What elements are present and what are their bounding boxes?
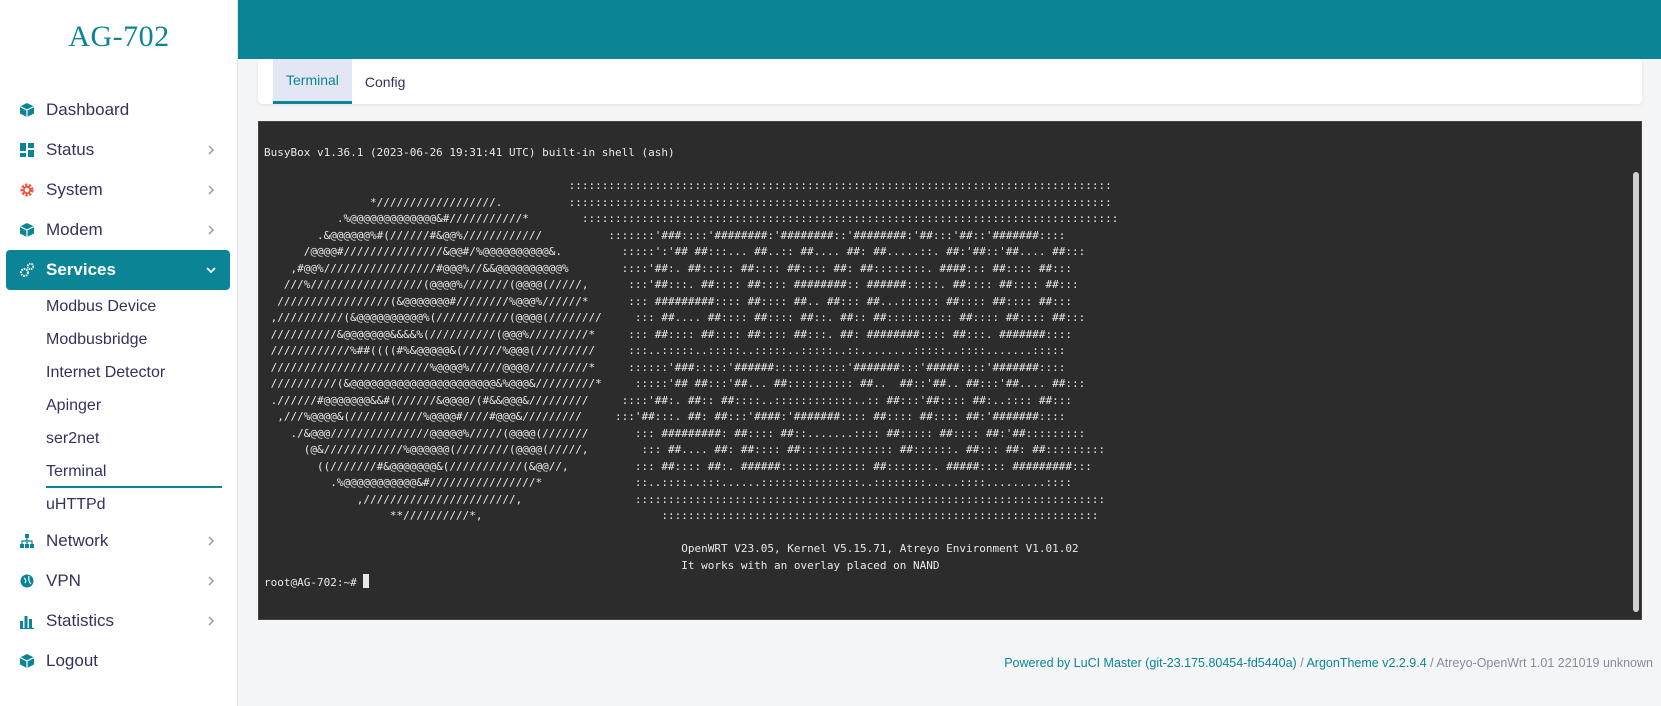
tab-bar: Terminal Config — [258, 59, 1642, 104]
terminal-banner-line: ,///////////////////////, ::::::::::::::… — [264, 492, 1106, 506]
terminal-banner-line: ,#@@%/////////////////#@@@%//&&@@@@@@@@@… — [264, 261, 1072, 275]
nav-vpn-label: VPN — [46, 571, 81, 590]
tab-config[interactable]: Config — [352, 59, 418, 104]
submenu-modbus-device[interactable]: Modbus Device — [46, 290, 222, 323]
submenu-terminal[interactable]: Terminal — [46, 455, 222, 488]
terminal-banner-line: .%@@@@@@@@@@@&#////////////////* ::..:::… — [264, 476, 1072, 489]
terminal-scrollbar[interactable] — [1631, 122, 1641, 619]
services-gears-icon — [18, 261, 36, 279]
terminal-banner-line: **//////////*, :::::::::::::::::::::::::… — [264, 509, 1099, 522]
submenu-modbusbridge[interactable]: Modbusbridge — [46, 323, 222, 356]
brand-logo[interactable]: AG-702 — [0, 20, 238, 54]
cube-icon — [18, 221, 36, 239]
chevron-right-icon — [208, 225, 215, 235]
terminal-banner-line: (@&////////////%@@@@@@(////////(@@@@(///… — [264, 443, 1106, 456]
terminal-info-line — [264, 542, 681, 555]
nav-vpn[interactable]: VPN — [6, 561, 230, 601]
terminal-cursor — [363, 574, 370, 588]
terminal-banner-line: /////////////////(&@@@@@@@#////////%@@@%… — [264, 294, 1072, 308]
nav-system[interactable]: System — [6, 170, 230, 210]
globe-icon — [18, 572, 36, 590]
footer-luci-link[interactable]: Powered by LuCI Master (git-23.175.80454… — [1004, 656, 1297, 670]
nav-system-label: System — [46, 180, 103, 199]
footer: Powered by LuCI Master (git-23.175.80454… — [1004, 656, 1653, 670]
terminal-banner-line: .//////#@@@@@@@&&#(//////&@@@@/(#&&@@@&/… — [264, 393, 1072, 407]
chevron-right-icon — [208, 145, 215, 155]
chevron-right-icon — [208, 536, 215, 546]
terminal-banner-line: ::::::::::::::::::::::::::::::::::::::::… — [264, 179, 1112, 192]
terminal-window[interactable]: BusyBox v1.36.1 (2023-06-26 19:31:41 UTC… — [258, 121, 1642, 620]
terminal-banner-line: //////////&@@@@@@@&&&&%(//////////(@@@%/… — [264, 327, 1072, 341]
terminal-banner-line: ,//////////(&@@@@@@@@@@%(///////////(@@@… — [264, 311, 1086, 324]
cube-icon — [18, 101, 36, 119]
nav-statistics[interactable]: Statistics — [6, 601, 230, 641]
nav-services-label: Services — [46, 260, 116, 279]
sidebar: AG-702 Dashboard Status System Modem Ser… — [0, 0, 238, 706]
nav-network[interactable]: Network — [6, 521, 230, 561]
nav-services[interactable]: Services — [6, 250, 230, 290]
cube-icon — [18, 652, 36, 670]
terminal-ascii-banner: ::::::::::::::::::::::::::::::::::::::::… — [264, 179, 1119, 522]
header-band — [238, 0, 1661, 59]
terminal-banner-line: ////////////////////////%@@@@%/////@@@@/… — [264, 360, 1066, 374]
nav-dashboard[interactable]: Dashboard — [6, 90, 230, 130]
footer-separator: / — [1426, 656, 1437, 670]
terminal-banner-line: .%@@@@@@@@@@@@@&#///////////* ::::::::::… — [264, 212, 1119, 225]
nav-modem[interactable]: Modem — [6, 210, 230, 250]
terminal-banner-line: *//////////////////. :::::::::::::::::::… — [264, 195, 1112, 209]
chevron-right-icon — [208, 576, 215, 586]
terminal-banner-line: /@@@@#///////////////&@@#/%@@@@@@@@@@&. … — [264, 245, 1086, 258]
dashboard-grid-icon — [18, 141, 36, 159]
submenu-apinger[interactable]: Apinger — [46, 389, 222, 422]
submenu-uhttpd[interactable]: uHTTPd — [46, 488, 222, 521]
footer-theme-link[interactable]: ArgonTheme v2.2.9.4 — [1306, 656, 1426, 670]
submenu-ser2net[interactable]: ser2net — [46, 422, 222, 455]
network-tree-icon — [18, 532, 36, 550]
terminal-header-line: BusyBox v1.36.1 (2023-06-26 19:31:41 UTC… — [264, 146, 675, 159]
nav-statistics-label: Statistics — [46, 611, 115, 630]
nav-logout-label: Logout — [46, 651, 98, 670]
footer-firmware: Atreyo-OpenWrt 1.01 221019 unknown — [1436, 656, 1653, 670]
terminal-info-line — [264, 559, 681, 572]
nav-status-label: Status — [46, 140, 95, 159]
bar-chart-icon — [18, 612, 36, 630]
footer-separator: / — [1296, 656, 1307, 670]
nav-dashboard-label: Dashboard — [46, 100, 130, 119]
terminal-banner-line: ((///////#&@@@@@@@&(///////////(&@@//, :… — [264, 459, 1092, 473]
submenu-internet-detector[interactable]: Internet Detector — [46, 356, 222, 389]
terminal-output: BusyBox v1.36.1 (2023-06-26 19:31:41 UTC… — [264, 145, 1118, 592]
terminal-banner-line: ./&@@@///////////////@@@@@%/////(@@@@(//… — [264, 426, 1086, 440]
terminal-banner-line: ///%/////////////////(@@@@%///////(@@@@(… — [264, 278, 1079, 291]
main-nav: Dashboard Status System Modem Services M… — [0, 90, 238, 681]
nav-logout[interactable]: Logout — [6, 641, 230, 681]
terminal-prompt: root@AG-702:~# — [264, 576, 364, 589]
chevron-right-icon — [208, 616, 215, 626]
terminal-scrollbar-thumb[interactable] — [1633, 172, 1639, 612]
tab-terminal[interactable]: Terminal — [273, 59, 352, 104]
nav-status[interactable]: Status — [6, 130, 230, 170]
nav-network-label: Network — [46, 531, 109, 550]
nav-modem-label: Modem — [46, 220, 103, 239]
services-submenu: Modbus Device Modbusbridge Internet Dete… — [0, 290, 238, 521]
chevron-down-icon — [206, 267, 216, 274]
terminal-banner-line: .&@@@@@@%#(//////#&@@%//////////// :::::… — [264, 228, 1066, 242]
terminal-banner-line: ,///%@@@@&(///////////%@@@@#////#@@@&///… — [264, 410, 1066, 423]
terminal-info-overlay: It works with an overlay placed on NAND — [681, 558, 940, 572]
terminal-info-os: OpenWRT V23.05, Kernel V5.15.71, Atreyo … — [681, 542, 1079, 555]
terminal-banner-line: ////////////%##((((#%&@@@@@&(//////%@@@(… — [264, 344, 1066, 357]
terminal-banner-line: //////////(&@@@@@@@@@@@@@@@@@@@@@@&%@@@&… — [264, 377, 1086, 390]
gear-icon — [18, 181, 36, 199]
chevron-right-icon — [208, 185, 215, 195]
